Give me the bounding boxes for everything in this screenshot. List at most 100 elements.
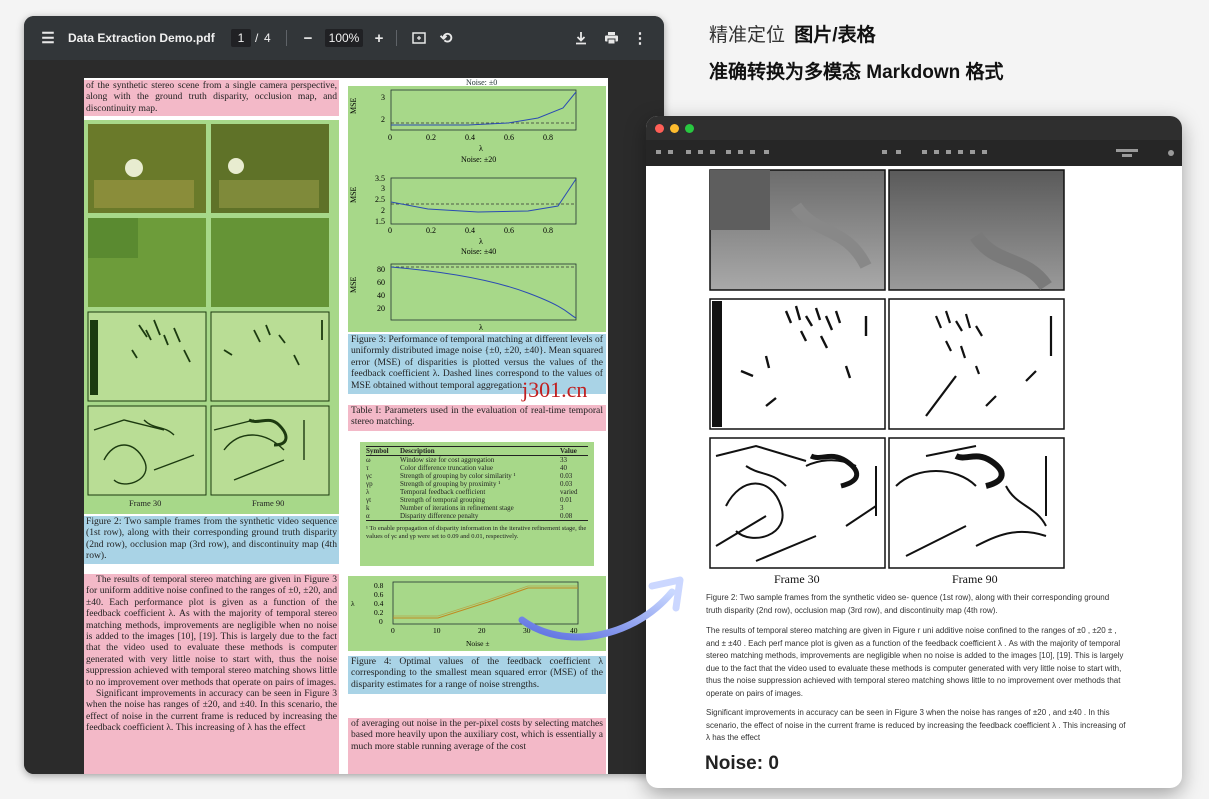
table-row: γc Strength of grouping by color similari… (366, 472, 588, 480)
file-name: Data Extraction Demo.pdf (68, 31, 215, 45)
zoom-dot-icon[interactable] (685, 124, 694, 133)
figure2-caption: Figure 2: Two sample frames from the syn… (86, 516, 337, 562)
toolbar-icons (656, 149, 1174, 157)
md-frame-label-left: Frame 30 (774, 572, 820, 586)
svg-text:2.5: 2.5 (375, 195, 385, 204)
svg-text:80: 80 (377, 265, 385, 274)
right-bottom-text: of averaging out noise in the per-pixel … (351, 718, 603, 752)
zoom-out-icon[interactable]: − (298, 28, 318, 48)
md-figure-caption: Figure 2: Two sample frames from the syn… (706, 593, 1110, 615)
fig4-ylabel: λ (351, 599, 355, 608)
svg-text:10: 10 (433, 626, 441, 635)
table-cell-description: Temporal feedback coefficient (400, 488, 486, 496)
plot2-title: Noise: ±20 (461, 155, 496, 164)
table-cell-value: 0.01 (560, 496, 573, 504)
table-cell-value: 33 (560, 456, 567, 464)
close-dot-icon[interactable] (655, 124, 664, 133)
print-icon[interactable] (601, 28, 621, 48)
headline: 精准定位 图片/表格 准确转换为多模态 Markdown 格式 (709, 20, 1189, 84)
rotate-icon[interactable]: ⟲ (436, 28, 456, 48)
plot1-xlabel: λ (479, 144, 483, 153)
svg-text:λ: λ (479, 323, 483, 332)
table-cell-symbol: λ (366, 488, 370, 496)
zoom-in-icon[interactable]: + (369, 28, 389, 48)
zoom-level-input[interactable]: 100% (325, 29, 363, 47)
table-cell-value: 3 (560, 504, 564, 512)
svg-text:MSE: MSE (349, 186, 358, 203)
menu-icon[interactable]: ☰ (38, 28, 58, 48)
svg-text:0.6: 0.6 (504, 226, 514, 235)
table-cell-symbol: k (366, 504, 370, 512)
region-table-caption: Table I: Parameters used in the evaluati… (348, 405, 606, 431)
table-cell-symbol: γp (366, 480, 373, 488)
figure3-plots: Noise: ±0 MSE 3 2 0 0.2 0.4 0.6 0.8 λ Noise: … (348, 78, 606, 332)
table-header-value: Value (560, 447, 577, 455)
frame-label-right: Frame 90 (252, 498, 285, 508)
svg-text:0.6: 0.6 (374, 590, 384, 599)
pdf-page: of the synthetic stereo scene from a sin… (84, 78, 608, 774)
svg-text:MSE: MSE (349, 276, 358, 293)
plot1-ytick-1: 2 (381, 115, 385, 124)
svg-text:λ: λ (479, 237, 483, 246)
table-cell-description: Window size for cost aggregation (400, 456, 495, 464)
plot1-xtick-0: 0 (388, 133, 392, 142)
table-cell-symbol: α (366, 512, 370, 520)
region-top-text: of the synthetic stereo scene from a sin… (84, 80, 339, 116)
more-icon[interactable]: ⋮ (630, 28, 650, 48)
svg-text:0: 0 (388, 226, 392, 235)
table-cell-description: Number of iterations in refinement stage (400, 504, 514, 512)
svg-text:3.5: 3.5 (375, 174, 385, 183)
toolbar-divider-2 (396, 30, 397, 46)
svg-text:40: 40 (377, 291, 385, 300)
table-cell-value: varied (560, 488, 578, 496)
svg-text:0.2: 0.2 (426, 226, 436, 235)
table-header-description: Description (400, 447, 435, 455)
svg-text:0.8: 0.8 (374, 581, 384, 590)
plot1-title: Noise: ±0 (466, 78, 497, 87)
frame-label-left: Frame 30 (129, 498, 162, 508)
region-figure4-caption: Figure 4: Optimal values of the feedback… (348, 656, 606, 694)
region-figure2-caption: Figure 2: Two sample frames from the syn… (84, 516, 339, 564)
svg-text:0.8: 0.8 (543, 133, 553, 142)
svg-text:0.8: 0.8 (543, 226, 553, 235)
table-row: λ Temporal feedback coefficient varied (366, 488, 588, 496)
table-cell-symbol: γt (366, 496, 372, 504)
svg-text:3: 3 (381, 184, 385, 193)
region-body-text: The results of temporal stereo matching … (84, 574, 339, 774)
svg-text:20: 20 (478, 626, 486, 635)
markdown-figure-image (709, 169, 1065, 569)
page-number-input[interactable]: 1 (231, 29, 251, 47)
table-row: α Disparity difference penalty 0.08 (366, 512, 588, 521)
table-cell-description: Disparity difference penalty (400, 512, 479, 520)
region-table: Symbol Description Value ω Window size fo… (360, 442, 594, 566)
top-text: of the synthetic stereo scene from a sin… (86, 80, 337, 114)
md-paragraph-1: The results of temporal stereo matching … (706, 626, 1124, 698)
download-icon[interactable] (571, 28, 591, 48)
markdown-preview-window: Frame 30 Frame 90 Figure 2: Two sample f… (646, 116, 1182, 788)
headline-bold: 图片/表格 (794, 25, 876, 46)
svg-text:0.4: 0.4 (374, 599, 384, 608)
table-cell-value: 0.08 (560, 512, 573, 520)
table-cell-value: 0.03 (560, 480, 573, 488)
svg-text:0.4: 0.4 (465, 226, 475, 235)
pdf-canvas[interactable]: of the synthetic stereo scene from a sin… (24, 60, 664, 774)
table-row: γt Strength of temporal grouping 0.01 (366, 496, 588, 504)
plot1-ylabel: MSE (349, 97, 358, 114)
table-row: k Number of iterations in refinement stag… (366, 504, 588, 512)
md-heading: Noise: 0 (705, 753, 779, 774)
figure4-caption: Figure 4: Optimal values of the feedback… (351, 656, 603, 690)
table-row: τ Color difference truncation value 40 (366, 464, 588, 472)
headline-line1: 精准定位 图片/表格 (709, 20, 1189, 48)
fit-page-icon[interactable] (409, 28, 429, 48)
svg-text:0.6: 0.6 (504, 133, 514, 142)
minimize-dot-icon[interactable] (670, 124, 679, 133)
svg-text:0: 0 (379, 617, 383, 626)
plot1-ytick-0: 3 (381, 93, 385, 102)
conversion-arrow-icon (518, 576, 684, 641)
region-figure3: Noise: ±0 MSE 3 2 0 0.2 0.4 0.6 0.8 λ Noise: … (348, 78, 606, 332)
table-cell-symbol: ω (366, 456, 371, 464)
watermark: j301.cn (522, 377, 588, 402)
table-caption: Table I: Parameters used in the evaluati… (351, 405, 603, 428)
fig4-xlabel: Noise ± (466, 639, 490, 648)
svg-text:1.5: 1.5 (375, 217, 385, 226)
